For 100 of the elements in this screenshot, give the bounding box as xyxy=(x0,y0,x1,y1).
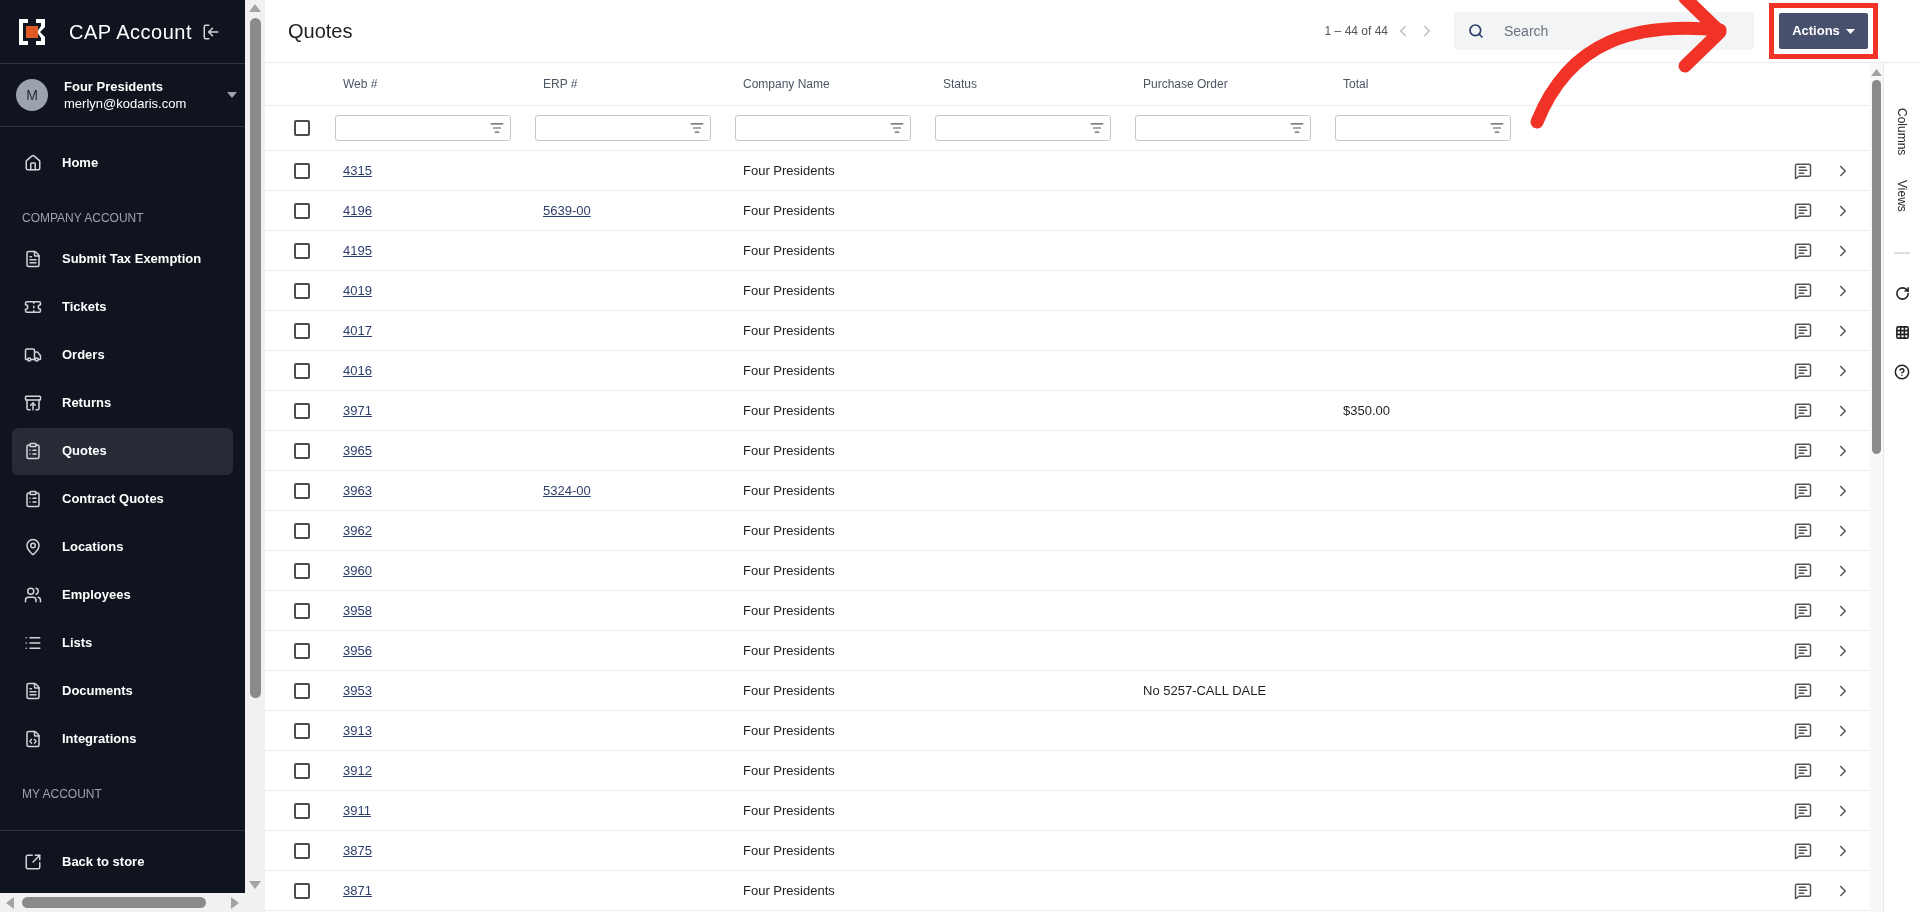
scrollbar-thumb[interactable] xyxy=(22,897,206,908)
comment-icon[interactable] xyxy=(1794,761,1812,780)
table-cell: Four Presidents xyxy=(743,562,835,578)
record-link[interactable]: 3958 xyxy=(343,602,372,618)
column-header[interactable]: Total xyxy=(1343,77,1369,92)
filter-field[interactable] xyxy=(1335,115,1511,141)
comment-icon[interactable] xyxy=(1794,481,1812,500)
checkbox[interactable] xyxy=(294,482,310,499)
filter-field[interactable] xyxy=(335,115,511,141)
sidebar-item[interactable]: Home xyxy=(12,139,233,187)
checkbox[interactable] xyxy=(294,442,310,459)
logout-icon[interactable] xyxy=(202,22,220,41)
record-link[interactable]: 4196 xyxy=(343,202,372,218)
table-cell: Four Presidents xyxy=(743,482,835,498)
sidebar-item[interactable]: Orders xyxy=(12,331,233,379)
checkbox[interactable] xyxy=(294,682,310,699)
comment-icon[interactable] xyxy=(1794,681,1812,700)
sidebar-item[interactable]: Documents xyxy=(12,667,233,715)
sidebar-item[interactable]: Quotes xyxy=(12,427,233,475)
comment-icon[interactable] xyxy=(1794,241,1812,260)
account-switcher[interactable]: M Four Presidents merlyn@kodaris.com xyxy=(0,64,245,127)
sidebar-item[interactable]: Employees xyxy=(12,571,233,619)
checkbox[interactable] xyxy=(294,242,310,259)
column-header[interactable]: Status xyxy=(943,77,978,92)
record-link[interactable]: 3913 xyxy=(343,722,372,738)
sidebar-item[interactable]: Tickets xyxy=(12,283,233,331)
back-to-store-link[interactable]: Back to store xyxy=(12,852,145,872)
record-link[interactable]: 4195 xyxy=(343,242,372,258)
record-link[interactable]: 3965 xyxy=(343,442,372,458)
record-link[interactable]: 3953 xyxy=(343,682,372,698)
comment-icon[interactable] xyxy=(1794,521,1812,540)
record-link[interactable]: 3971 xyxy=(343,402,372,418)
table-cell: Four Presidents xyxy=(743,722,835,738)
column-header[interactable]: Company Name xyxy=(743,77,830,92)
comment-icon[interactable] xyxy=(1794,401,1812,420)
comment-icon[interactable] xyxy=(1794,601,1812,620)
comment-icon[interactable] xyxy=(1794,801,1812,820)
checkbox[interactable] xyxy=(294,722,310,739)
checkbox[interactable] xyxy=(294,322,310,339)
scrollbar-thumb[interactable] xyxy=(1872,80,1881,454)
refresh-icon[interactable] xyxy=(1894,286,1910,302)
record-link[interactable]: 3963 xyxy=(343,482,372,498)
help-icon[interactable] xyxy=(1894,364,1910,381)
checkbox[interactable] xyxy=(294,162,310,179)
comment-icon[interactable] xyxy=(1794,561,1812,580)
sidebar-item[interactable]: Contract Quotes xyxy=(12,475,233,523)
record-link[interactable]: 3911 xyxy=(343,802,371,818)
column-header[interactable]: Purchase Order xyxy=(1143,77,1228,92)
record-link[interactable]: 3956 xyxy=(343,642,372,658)
comment-icon[interactable] xyxy=(1794,281,1812,300)
sidebar-item[interactable]: Returns xyxy=(12,379,233,427)
side-panel-tab[interactable]: Columns xyxy=(1893,108,1911,156)
sidebar-item[interactable]: Locations xyxy=(12,523,233,571)
filter-icon xyxy=(1290,121,1304,135)
filter-field[interactable] xyxy=(1135,115,1311,141)
record-link[interactable]: 3875 xyxy=(343,842,372,858)
side-panel-tab[interactable]: Views xyxy=(1893,180,1911,213)
record-link[interactable]: 3962 xyxy=(343,522,372,538)
sidebar-item[interactable]: Submit Tax Exemption xyxy=(12,235,233,283)
comment-icon[interactable] xyxy=(1794,201,1812,220)
checkbox[interactable] xyxy=(294,802,310,819)
comment-icon[interactable] xyxy=(1794,161,1812,180)
sidebar-item[interactable]: Lists xyxy=(12,619,233,667)
filter-field[interactable] xyxy=(735,115,911,141)
comment-icon[interactable] xyxy=(1794,841,1812,860)
checkbox[interactable] xyxy=(294,522,310,539)
record-link[interactable]: 4019 xyxy=(343,282,372,298)
checkbox[interactable] xyxy=(294,120,310,136)
comment-icon[interactable] xyxy=(1794,721,1812,740)
grid-icon[interactable] xyxy=(1894,325,1910,341)
filter-field[interactable] xyxy=(935,115,1111,141)
checkbox[interactable] xyxy=(294,362,310,379)
checkbox[interactable] xyxy=(294,882,310,899)
scrollbar-thumb[interactable] xyxy=(249,18,261,698)
checkbox[interactable] xyxy=(294,602,310,619)
record-link[interactable]: 4017 xyxy=(343,322,372,338)
record-link[interactable]: 3960 xyxy=(343,562,372,578)
column-header[interactable]: Web # xyxy=(343,77,378,92)
record-link[interactable]: 3912 xyxy=(343,762,372,778)
column-header[interactable]: ERP # xyxy=(543,77,578,92)
checkbox[interactable] xyxy=(294,842,310,859)
record-link[interactable]: 5639-00 xyxy=(543,202,591,218)
checkbox[interactable] xyxy=(294,642,310,659)
checkbox[interactable] xyxy=(294,202,310,219)
record-link[interactable]: 5324-00 xyxy=(543,482,591,498)
actions-button[interactable]: Actions xyxy=(1779,13,1868,49)
record-link[interactable]: 3871 xyxy=(343,882,372,898)
comment-icon[interactable] xyxy=(1794,641,1812,660)
checkbox[interactable] xyxy=(294,562,310,579)
comment-icon[interactable] xyxy=(1794,441,1812,460)
record-link[interactable]: 4315 xyxy=(343,162,372,178)
checkbox[interactable] xyxy=(294,762,310,779)
checkbox[interactable] xyxy=(294,402,310,419)
comment-icon[interactable] xyxy=(1794,881,1812,900)
comment-icon[interactable] xyxy=(1794,361,1812,380)
comment-icon[interactable] xyxy=(1794,321,1812,340)
sidebar-item[interactable]: Integrations xyxy=(12,715,233,763)
checkbox[interactable] xyxy=(294,282,310,299)
record-link[interactable]: 4016 xyxy=(343,362,372,378)
filter-field[interactable] xyxy=(535,115,711,141)
